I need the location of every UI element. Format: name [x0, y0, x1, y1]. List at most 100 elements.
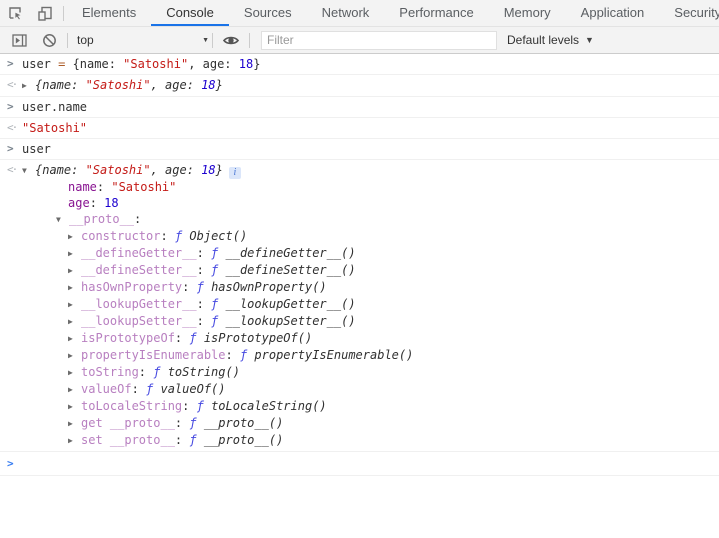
token-fnsig: toString(): [168, 365, 240, 379]
clear-console-button[interactable]: [34, 32, 64, 49]
object-property-row[interactable]: ▶__lookupSetter__: ƒ __lookupSetter__(): [22, 313, 719, 330]
token-fnsig: Object(): [189, 229, 247, 243]
token-plain: :: [182, 280, 196, 294]
console-result-entry[interactable]: <·"Satoshi": [0, 118, 719, 139]
object-property-row[interactable]: ▶toLocaleString: ƒ toLocaleString(): [22, 398, 719, 415]
token-fnsig: isPrototypeOf(): [204, 331, 312, 345]
object-property-row[interactable]: name: "Satoshi": [22, 179, 719, 195]
token-plain: , age:: [188, 57, 239, 71]
object-property-row[interactable]: ▼__proto__:: [22, 211, 719, 228]
token-string: "Satoshi": [123, 57, 188, 71]
token-plain: }: [216, 163, 223, 177]
log-levels-select[interactable]: Default levels ▼: [507, 33, 594, 47]
token-plain: :: [160, 229, 174, 243]
tab-sources[interactable]: Sources: [229, 0, 307, 26]
live-expression-button[interactable]: [216, 32, 246, 49]
object-property-row[interactable]: ▶toString: ƒ toString(): [22, 364, 719, 381]
token-plain: :: [175, 416, 189, 430]
console-sidebar-icon: [11, 32, 28, 49]
triangle-collapsed-icon[interactable]: ▶: [22, 78, 35, 94]
triangle-collapsed-icon[interactable]: ▶: [68, 433, 81, 449]
token-plain: }: [216, 78, 223, 92]
token-plain: :: [197, 297, 211, 311]
object-property-row[interactable]: ▶__defineSetter__: ƒ __defineSetter__(): [22, 262, 719, 279]
token-string: "Satoshi": [86, 78, 151, 92]
console-result-entry[interactable]: <·▶{name: "Satoshi", age: 18}: [0, 75, 719, 97]
token-fn: ƒ: [197, 399, 211, 413]
console-sidebar-toggle-button[interactable]: [4, 32, 34, 49]
log-levels-label: Default levels: [507, 33, 579, 47]
prompt-chevron-icon: >: [7, 456, 14, 472]
token-plain: :: [90, 196, 104, 210]
tab-application[interactable]: Application: [566, 0, 660, 26]
info-icon[interactable]: i: [229, 167, 241, 179]
object-property-row[interactable]: ▶propertyIsEnumerable: ƒ propertyIsEnume…: [22, 347, 719, 364]
token-plain: :: [175, 331, 189, 345]
token-propname-dim: propertyIsEnumerable: [81, 348, 226, 362]
triangle-collapsed-icon[interactable]: ▶: [68, 365, 81, 381]
tab-performance[interactable]: Performance: [384, 0, 488, 26]
message-text: user = {name: "Satoshi", age: 18}: [22, 57, 260, 71]
object-property-row[interactable]: ▶set __proto__: ƒ __proto__(): [22, 432, 719, 449]
console-input-entry[interactable]: > user = {name: "Satoshi", age: 18}: [0, 54, 719, 75]
chevron-down-icon: ▼: [585, 35, 594, 45]
object-property-row[interactable]: ▶__lookupGetter__: ƒ __lookupGetter__(): [22, 296, 719, 313]
message-text: user: [22, 142, 51, 156]
triangle-collapsed-icon[interactable]: ▶: [68, 382, 81, 398]
eye-icon: [222, 32, 240, 49]
object-property-row[interactable]: ▶valueOf: ƒ valueOf(): [22, 381, 719, 398]
token-fn: ƒ: [175, 229, 189, 243]
device-toolbar-button[interactable]: [30, 0, 60, 26]
token-fn: ƒ: [153, 365, 167, 379]
object-property-row[interactable]: ▶get __proto__: ƒ __proto__(): [22, 415, 719, 432]
triangle-collapsed-icon[interactable]: ▶: [68, 297, 81, 313]
toolbar-separator: [212, 33, 213, 48]
object-property-row[interactable]: ▶isPrototypeOf: ƒ isPrototypeOf(): [22, 330, 719, 347]
input-chevron-icon: >: [7, 56, 14, 72]
triangle-collapsed-icon[interactable]: ▶: [68, 246, 81, 262]
triangle-collapsed-icon[interactable]: ▶: [68, 399, 81, 415]
token-number: 18: [239, 57, 253, 71]
token-fn: ƒ: [211, 297, 225, 311]
object-property-row[interactable]: ▶__defineGetter__: ƒ __defineGetter__(): [22, 245, 719, 262]
tab-console[interactable]: Console: [151, 0, 229, 26]
console-input-entry[interactable]: > user: [0, 139, 719, 160]
tab-strip: ElementsConsoleSourcesNetworkPerformance…: [67, 0, 719, 26]
triangle-collapsed-icon[interactable]: ▶: [68, 280, 81, 296]
token-fn: ƒ: [189, 331, 203, 345]
token-fn: ƒ: [211, 314, 225, 328]
tab-security[interactable]: Security: [659, 0, 719, 26]
tab-memory[interactable]: Memory: [489, 0, 566, 26]
object-property-row[interactable]: ▶constructor: ƒ Object(): [22, 228, 719, 245]
filter-input[interactable]: [261, 31, 497, 50]
console-input-entry[interactable]: >user.name: [0, 97, 719, 118]
console-prompt[interactable]: >: [0, 452, 719, 476]
triangle-expanded-icon[interactable]: ▼: [56, 212, 69, 228]
token-propname-dim: __proto__: [69, 212, 134, 226]
token-fnsig: __lookupSetter__(): [226, 314, 356, 328]
tab-network[interactable]: Network: [307, 0, 385, 26]
token-fnsig: propertyIsEnumerable(): [254, 348, 413, 362]
triangle-collapsed-icon[interactable]: ▶: [68, 348, 81, 364]
triangle-expanded-icon[interactable]: ▼: [22, 163, 35, 179]
triangle-collapsed-icon[interactable]: ▶: [68, 314, 81, 330]
token-plain: {name:: [65, 57, 123, 71]
chevron-down-icon: ▼: [202, 37, 209, 44]
token-fnsig: hasOwnProperty(): [211, 280, 327, 294]
message-text: "Satoshi": [22, 121, 87, 135]
object-property-row[interactable]: age: 18: [22, 195, 719, 211]
tab-elements[interactable]: Elements: [67, 0, 151, 26]
console-result-entry[interactable]: <·▼{name: "Satoshi", age: 18}iname: "Sat…: [0, 160, 719, 452]
token-plain: :: [197, 263, 211, 277]
token-fn: ƒ: [211, 263, 225, 277]
javascript-context-select[interactable]: top ▼: [77, 33, 209, 47]
token-fnsig: __defineGetter__(): [226, 246, 356, 260]
inspect-element-button[interactable]: [0, 0, 30, 26]
triangle-collapsed-icon[interactable]: ▶: [68, 416, 81, 432]
triangle-collapsed-icon[interactable]: ▶: [68, 331, 81, 347]
triangle-collapsed-icon[interactable]: ▶: [68, 229, 81, 245]
triangle-collapsed-icon[interactable]: ▶: [68, 263, 81, 279]
clear-console-icon: [41, 32, 58, 49]
input-chevron-icon: >: [7, 141, 14, 157]
object-property-row[interactable]: ▶hasOwnProperty: ƒ hasOwnProperty(): [22, 279, 719, 296]
